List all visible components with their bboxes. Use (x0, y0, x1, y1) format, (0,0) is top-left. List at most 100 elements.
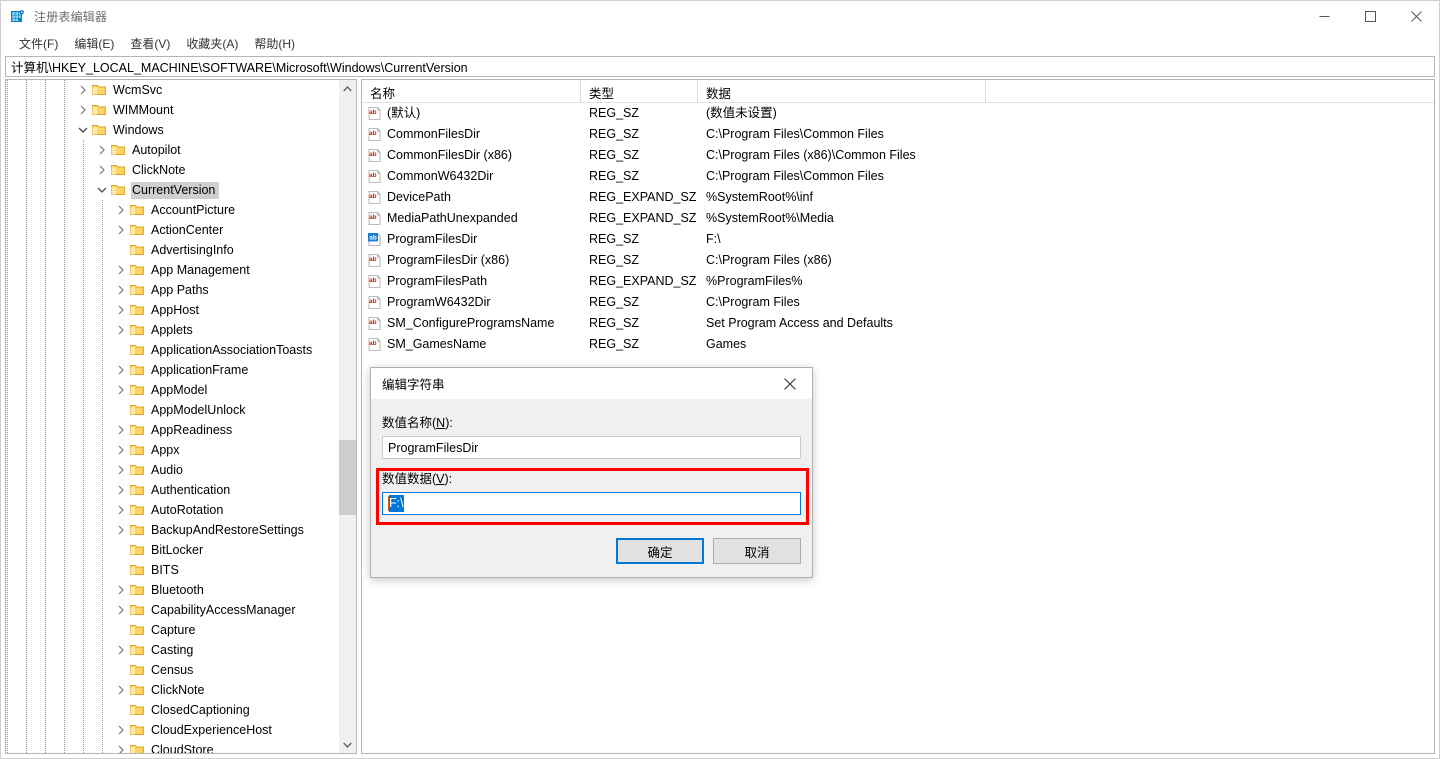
table-row[interactable]: ab ProgramW6432Dir REG_SZ C:\Program Files (362, 292, 1434, 313)
tree-item-windows[interactable]: Windows (6, 120, 338, 140)
close-button[interactable] (1393, 1, 1439, 32)
scroll-down-button[interactable] (339, 736, 356, 753)
chevron-right-icon[interactable] (113, 520, 129, 540)
chevron-right-icon[interactable] (113, 500, 129, 520)
tree-item-cloudexperiencehost[interactable]: CloudExperienceHost (6, 720, 338, 740)
chevron-right-icon[interactable] (113, 440, 129, 460)
chevron-right-icon[interactable] (113, 220, 129, 240)
table-row[interactable]: ab CommonFilesDir (x86) REG_SZ C:\Program F… (362, 145, 1434, 166)
chevron-right-icon[interactable] (113, 680, 129, 700)
minimize-button[interactable] (1301, 1, 1347, 32)
tree-guide-line (102, 740, 103, 753)
dialog-close-icon[interactable] (767, 368, 812, 399)
tree-item-autopilot[interactable]: Autopilot (6, 140, 338, 160)
chevron-right-icon[interactable] (113, 720, 129, 740)
tree-item-capabilityaccessmanager[interactable]: CapabilityAccessManager (6, 600, 338, 620)
table-row[interactable]: ab SM_GamesName REG_SZ Games (362, 334, 1434, 355)
chevron-down-icon[interactable] (75, 120, 91, 140)
tree-item-bitlocker[interactable]: BitLocker (6, 540, 338, 560)
menu-view[interactable]: 查看(V) (122, 33, 178, 55)
chevron-right-icon[interactable] (113, 640, 129, 660)
column-header-data[interactable]: 数据 (698, 80, 986, 102)
tree-item-app-management[interactable]: App Management (6, 260, 338, 280)
tree-item-appmodelunlock[interactable]: AppModelUnlock (6, 400, 338, 420)
chevron-right-icon[interactable] (113, 580, 129, 600)
cancel-button[interactable]: 取消 (713, 538, 801, 564)
ok-button[interactable]: 确定 (616, 538, 704, 564)
tree-item-actioncenter[interactable]: ActionCenter (6, 220, 338, 240)
tree-item-applets[interactable]: Applets (6, 320, 338, 340)
maximize-button[interactable] (1347, 1, 1393, 32)
tree-guide-line (83, 440, 84, 460)
table-row[interactable]: ab SM_ConfigureProgramsName REG_SZ Set Prog… (362, 313, 1434, 334)
tree-item-census[interactable]: Census (6, 660, 338, 680)
tree-vertical-scrollbar[interactable] (338, 80, 356, 753)
table-row[interactable]: ab CommonFilesDir REG_SZ C:\Program Files\C… (362, 124, 1434, 145)
tree-item-autorotation[interactable]: AutoRotation (6, 500, 338, 520)
table-row[interactable]: ab (默认) REG_SZ (数值未设置) (362, 103, 1434, 124)
tree-item-audio[interactable]: Audio (6, 460, 338, 480)
tree-item-applicationframe[interactable]: ApplicationFrame (6, 360, 338, 380)
value-data-input[interactable]: F:\ (382, 492, 801, 515)
scroll-up-button[interactable] (339, 80, 356, 97)
tree-item-bluetooth[interactable]: Bluetooth (6, 580, 338, 600)
tree-item-app-paths[interactable]: App Paths (6, 280, 338, 300)
tree-item-clicknote[interactable]: ClickNote (6, 160, 338, 180)
tree-item-accountpicture[interactable]: AccountPicture (6, 200, 338, 220)
chevron-right-icon[interactable] (94, 160, 110, 180)
cell-data: C:\Program Files (x86) (706, 253, 832, 267)
tree-item-closedcaptioning[interactable]: ClosedCaptioning (6, 700, 338, 720)
chevron-right-icon[interactable] (113, 260, 129, 280)
value-name-input[interactable]: ProgramFilesDir (382, 436, 801, 459)
chevron-right-icon[interactable] (113, 480, 129, 500)
tree-item-clicknote[interactable]: ClickNote (6, 680, 338, 700)
tree-item-capture[interactable]: Capture (6, 620, 338, 640)
tree-item-appmodel[interactable]: AppModel (6, 380, 338, 400)
column-header-name[interactable]: 名称 (362, 80, 581, 102)
menu-edit[interactable]: 编辑(E) (66, 33, 122, 55)
table-row[interactable]: ab ProgramFilesDir REG_SZ F:\ (362, 229, 1434, 250)
tree-item-authentication[interactable]: Authentication (6, 480, 338, 500)
chevron-right-icon[interactable] (113, 460, 129, 480)
tree-item-currentversion[interactable]: CurrentVersion (6, 180, 338, 200)
chevron-right-icon[interactable] (75, 80, 91, 100)
address-bar[interactable]: 计算机\HKEY_LOCAL_MACHINE\SOFTWARE\Microsof… (5, 56, 1435, 77)
chevron-right-icon[interactable] (94, 140, 110, 160)
table-row[interactable]: ab CommonW6432Dir REG_SZ C:\Program Files\C… (362, 166, 1434, 187)
chevron-right-icon[interactable] (113, 740, 129, 753)
column-header-type[interactable]: 类型 (581, 80, 698, 102)
menu-favorites[interactable]: 收藏夹(A) (178, 33, 246, 55)
tree-guide-line (83, 680, 84, 700)
tree-item-backupandrestoresettings[interactable]: BackupAndRestoreSettings (6, 520, 338, 540)
scroll-thumb[interactable] (339, 440, 356, 515)
tree-guide-line (7, 620, 8, 640)
menu-help[interactable]: 帮助(H) (246, 33, 303, 55)
tree-item-apphost[interactable]: AppHost (6, 300, 338, 320)
tree-guide-line (7, 540, 8, 560)
menu-file[interactable]: 文件(F) (11, 33, 66, 55)
chevron-right-icon[interactable] (113, 320, 129, 340)
tree-item-advertisinginfo[interactable]: AdvertisingInfo (6, 240, 338, 260)
chevron-right-icon[interactable] (113, 280, 129, 300)
tree-item-appreadiness[interactable]: AppReadiness (6, 420, 338, 440)
chevron-right-icon[interactable] (113, 420, 129, 440)
tree-guide-line (102, 700, 103, 720)
table-row[interactable]: ab DevicePath REG_EXPAND_SZ %SystemRoot%\in… (362, 187, 1434, 208)
chevron-down-icon[interactable] (94, 180, 110, 200)
tree-item-wcmsvc[interactable]: WcmSvc (6, 80, 338, 100)
tree-item-casting[interactable]: Casting (6, 640, 338, 660)
chevron-right-icon[interactable] (113, 300, 129, 320)
table-row[interactable]: ab MediaPathUnexpanded REG_EXPAND_SZ %Syste… (362, 208, 1434, 229)
chevron-right-icon[interactable] (75, 100, 91, 120)
chevron-right-icon[interactable] (113, 600, 129, 620)
tree-item-wimmount[interactable]: WIMMount (6, 100, 338, 120)
table-row[interactable]: ab ProgramFilesDir (x86) REG_SZ C:\Program … (362, 250, 1434, 271)
tree-item-appx[interactable]: Appx (6, 440, 338, 460)
table-row[interactable]: ab ProgramFilesPath REG_EXPAND_SZ %ProgramF… (362, 271, 1434, 292)
tree-item-cloudstore[interactable]: CloudStore (6, 740, 338, 753)
chevron-right-icon[interactable] (113, 380, 129, 400)
chevron-right-icon[interactable] (113, 200, 129, 220)
tree-item-bits[interactable]: BITS (6, 560, 338, 580)
chevron-right-icon[interactable] (113, 360, 129, 380)
tree-item-applicationassociationtoasts[interactable]: ApplicationAssociationToasts (6, 340, 338, 360)
